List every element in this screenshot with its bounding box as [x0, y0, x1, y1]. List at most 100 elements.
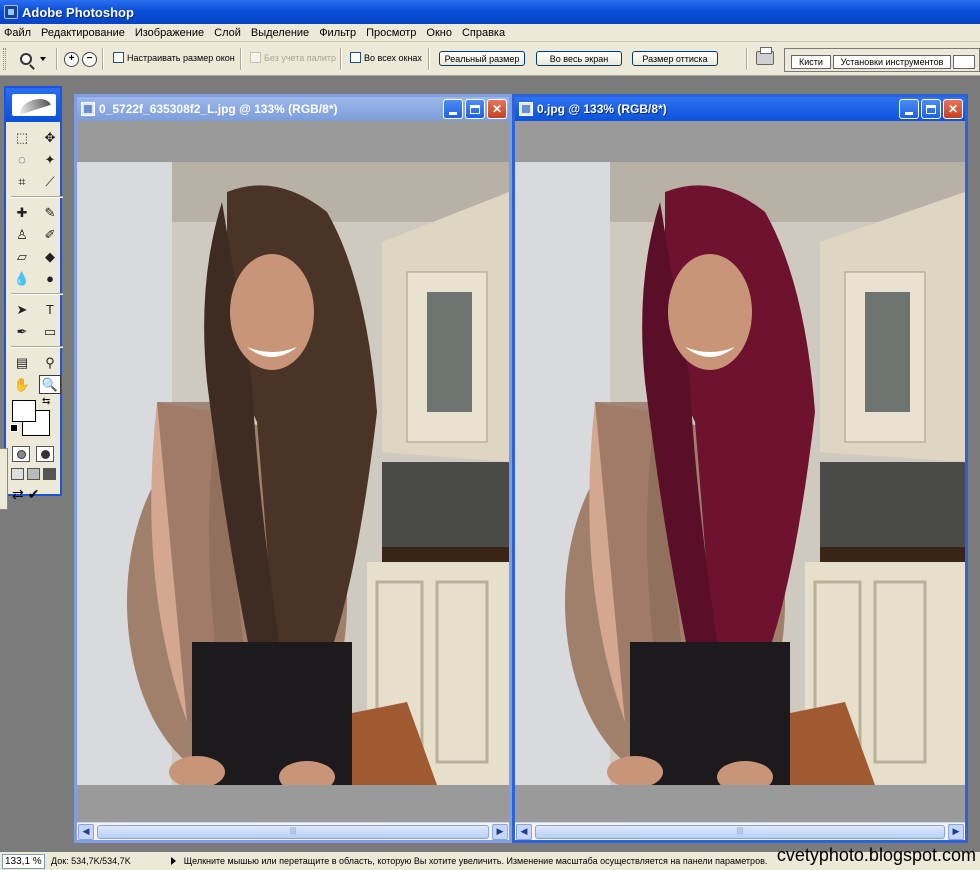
document-title: 0.jpg @ 133% (RGB/8*): [537, 102, 667, 116]
options-bar-grip[interactable]: [3, 48, 6, 70]
hand-tool-icon[interactable]: ✋: [11, 375, 33, 394]
menu-file[interactable]: Файл: [4, 27, 31, 39]
close-button[interactable]: ✕: [943, 99, 963, 119]
paint-bucket-tool-icon[interactable]: ◆: [39, 247, 61, 266]
watermark: cvetyphoto.blogspot.com: [776, 845, 976, 865]
actual-pixels-button[interactable]: Реальный размер: [439, 51, 525, 66]
tool-preset-picker[interactable]: [20, 50, 46, 68]
document-size-info[interactable]: Док: 534,7K/534,7K: [51, 856, 131, 866]
checkbox-box[interactable]: [113, 52, 124, 63]
tab-more[interactable]: [953, 55, 975, 69]
scroll-left-icon[interactable]: ◀: [516, 823, 532, 840]
full-screen-menu-mode-icon[interactable]: [27, 468, 40, 480]
print-size-button[interactable]: Размер оттиска: [632, 51, 718, 66]
zoom-tool-icon[interactable]: 🔍: [39, 375, 61, 394]
minimize-button[interactable]: [443, 99, 463, 119]
scroll-thumb[interactable]: [97, 824, 489, 839]
toolbox-divider: [11, 346, 63, 348]
foreground-color-swatch[interactable]: [12, 400, 36, 422]
toolbox: ⬚ ✥ ◌ ✦ ⌗ ⟋ ✚ ✎ ♙ ✐ ▱ ◆ 💧 ● ➤ T ✒ ▭ ▤ ⚲ …: [4, 86, 63, 502]
maximize-button[interactable]: [921, 99, 941, 119]
resize-windows-checkbox[interactable]: Настраивать размер окон: [113, 52, 235, 63]
photo-image: [77, 162, 509, 785]
crop-tool-icon[interactable]: ⌗: [11, 172, 33, 191]
eyedropper-tool-icon[interactable]: ⚲: [39, 353, 61, 372]
document-title-bar[interactable]: 0.jpg @ 133% (RGB/8*) ✕: [515, 97, 965, 121]
lasso-tool-icon[interactable]: ◌: [11, 150, 33, 169]
maximize-button[interactable]: [465, 99, 485, 119]
toolbox-divider: [11, 196, 63, 198]
menu-view[interactable]: Просмотр: [366, 27, 416, 39]
healing-brush-tool-icon[interactable]: ✚: [11, 203, 33, 222]
app-title-bar[interactable]: Adobe Photoshop: [0, 0, 980, 24]
document-canvas-area[interactable]: [77, 121, 509, 822]
document-title-bar[interactable]: 0_5722f_635308f2_L.jpg @ 133% (RGB/8*) ✕: [77, 97, 509, 121]
dodge-tool-icon[interactable]: ●: [39, 269, 61, 288]
chevron-down-icon: [40, 57, 46, 61]
checkbox-box[interactable]: [350, 52, 361, 63]
clone-stamp-tool-icon[interactable]: ♙: [11, 225, 33, 244]
status-hint: Щелкните мышью или перетащите в область,…: [183, 856, 768, 866]
palette-dock-edge[interactable]: [0, 448, 8, 510]
toolbox-header[interactable]: [6, 88, 60, 122]
document-icon: [81, 102, 95, 116]
checkbox-box: [250, 52, 261, 63]
ignore-palettes-label: Без учета палитр: [264, 52, 337, 63]
swap-colors-icon[interactable]: ⇆: [42, 396, 50, 407]
marquee-tool-icon[interactable]: ⬚: [11, 128, 33, 147]
ignore-palettes-checkbox: Без учета палитр: [250, 52, 336, 63]
pen-tool-icon[interactable]: ✒: [11, 322, 33, 341]
resize-windows-label: Настраивать размер окон: [127, 52, 235, 63]
options-divider: [56, 48, 58, 70]
horizontal-scrollbar[interactable]: ◀ ▶: [77, 822, 509, 840]
history-brush-tool-icon[interactable]: ✐: [39, 225, 61, 244]
menu-select[interactable]: Выделение: [251, 27, 309, 39]
menu-filter[interactable]: Фильтр: [319, 27, 356, 39]
scroll-right-icon[interactable]: ▶: [948, 823, 964, 840]
default-colors-icon[interactable]: [10, 424, 18, 432]
scroll-thumb[interactable]: [535, 824, 945, 839]
feather-logo-icon[interactable]: [12, 94, 56, 116]
scroll-left-icon[interactable]: ◀: [78, 823, 94, 840]
checkmark-icon[interactable]: ✔: [28, 486, 40, 503]
notes-tool-icon[interactable]: ▤: [11, 353, 33, 372]
menu-edit[interactable]: Редактирование: [41, 27, 125, 39]
photo-recolored[interactable]: [515, 162, 965, 785]
zoom-level-field[interactable]: 133,1 %: [2, 853, 45, 869]
status-menu-arrow-icon[interactable]: [170, 857, 176, 865]
menu-image[interactable]: Изображение: [135, 27, 204, 39]
fit-screen-button[interactable]: Во весь экран: [536, 51, 622, 66]
path-selection-tool-icon[interactable]: ➤: [11, 300, 33, 319]
tab-tool-presets[interactable]: Установки инструментов: [833, 55, 951, 69]
document-window-original[interactable]: 0_5722f_635308f2_L.jpg @ 133% (RGB/8*) ✕: [74, 94, 512, 843]
horizontal-scrollbar[interactable]: ◀ ▶: [515, 822, 965, 840]
document-canvas-area[interactable]: [515, 121, 965, 822]
jump-to-imageready-icon[interactable]: ⇄: [12, 486, 24, 503]
scroll-right-icon[interactable]: ▶: [492, 823, 508, 840]
slice-tool-icon[interactable]: ⟋: [39, 172, 61, 191]
document-window-result[interactable]: 0.jpg @ 133% (RGB/8*) ✕ ◀ ||| ▶: [512, 94, 968, 843]
eraser-tool-icon[interactable]: ▱: [11, 247, 33, 266]
menu-window[interactable]: Окно: [426, 27, 452, 39]
magic-wand-tool-icon[interactable]: ✦: [39, 150, 61, 169]
minimize-button[interactable]: [899, 99, 919, 119]
blur-tool-icon[interactable]: 💧: [11, 269, 33, 288]
full-screen-mode-icon[interactable]: [43, 468, 56, 480]
quick-mask-mode-icon[interactable]: [36, 446, 54, 462]
close-button[interactable]: ✕: [487, 99, 507, 119]
printer-icon[interactable]: [756, 47, 774, 65]
document-icon: [519, 102, 533, 116]
tab-brushes[interactable]: Кисти: [791, 55, 831, 69]
photo-original[interactable]: [77, 162, 509, 785]
standard-mode-icon[interactable]: [12, 446, 30, 462]
type-tool-icon[interactable]: T: [39, 300, 61, 319]
menu-help[interactable]: Справка: [462, 27, 505, 39]
menu-layer[interactable]: Слой: [214, 27, 241, 39]
all-windows-checkbox[interactable]: Во всех окнах: [350, 52, 422, 63]
move-tool-icon[interactable]: ✥: [39, 128, 61, 147]
zoom-in-icon[interactable]: +: [64, 51, 79, 67]
standard-screen-mode-icon[interactable]: [11, 468, 24, 480]
brush-tool-icon[interactable]: ✎: [39, 203, 61, 222]
zoom-out-icon[interactable]: −: [82, 51, 97, 67]
shape-tool-icon[interactable]: ▭: [39, 322, 61, 341]
